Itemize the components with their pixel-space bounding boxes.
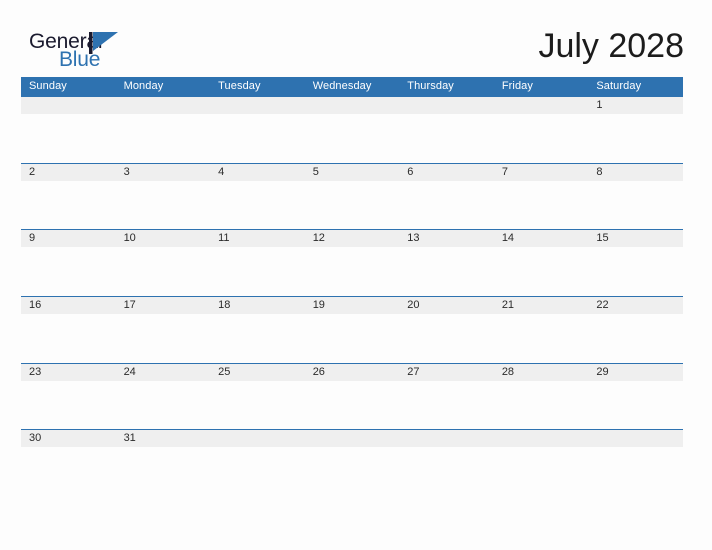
- day-cell[interactable]: [494, 430, 589, 447]
- week-date-band: 2 3 4 5 6 7 8: [21, 163, 683, 181]
- weekday-header-saturday: Saturday: [596, 80, 642, 92]
- page-header: General Blue July 2028: [0, 0, 712, 76]
- day-cell[interactable]: 30: [21, 430, 116, 447]
- day-cell[interactable]: 27: [399, 364, 494, 381]
- day-cell[interactable]: [399, 97, 494, 114]
- day-cell[interactable]: 12: [305, 230, 400, 247]
- day-cell[interactable]: 6: [399, 164, 494, 181]
- day-cell[interactable]: 8: [588, 164, 683, 181]
- brand-logo[interactable]: General Blue: [29, 31, 149, 71]
- week-row: 30 31: [21, 429, 683, 497]
- day-cell[interactable]: 1: [588, 97, 683, 114]
- weekday-header-wednesday: Wednesday: [312, 80, 372, 92]
- day-cell[interactable]: [305, 97, 400, 114]
- day-cell[interactable]: [588, 430, 683, 447]
- week-row: 9 10 11 12 13 14 15: [21, 229, 683, 297]
- day-cell[interactable]: 19: [305, 297, 400, 314]
- day-cell[interactable]: 13: [399, 230, 494, 247]
- week-date-band: 16 17 18 19 20 21 22: [21, 297, 683, 315]
- week-event-area[interactable]: [21, 114, 683, 163]
- weekday-header-sunday: Sunday: [29, 80, 67, 92]
- day-cell[interactable]: 24: [116, 364, 211, 381]
- weekday-header-row: Sunday Monday Tuesday Wednesday Thursday…: [21, 77, 683, 96]
- day-cell[interactable]: 25: [210, 364, 305, 381]
- day-cell[interactable]: 31: [116, 430, 211, 447]
- weekday-header-monday: Monday: [123, 80, 164, 92]
- day-cell[interactable]: 15: [588, 230, 683, 247]
- week-event-area[interactable]: [21, 247, 683, 297]
- page-title: July 2028: [538, 27, 684, 65]
- weekday-header-friday: Friday: [501, 80, 533, 92]
- logo-text-blue: Blue: [59, 48, 101, 71]
- week-event-area[interactable]: [21, 180, 683, 230]
- day-cell[interactable]: [494, 97, 589, 114]
- week-row: 2 3 4 5 6 7 8: [21, 162, 683, 230]
- day-cell[interactable]: [210, 97, 305, 114]
- day-cell[interactable]: 11: [210, 230, 305, 247]
- day-cell[interactable]: 17: [116, 297, 211, 314]
- day-cell[interactable]: [210, 430, 305, 447]
- week-date-band: 23 24 25 26 27 28 29: [21, 363, 683, 381]
- day-cell[interactable]: [399, 430, 494, 447]
- day-cell[interactable]: 18: [210, 297, 305, 314]
- calendar-grid: Sunday Monday Tuesday Wednesday Thursday…: [21, 77, 683, 497]
- day-cell[interactable]: 21: [494, 297, 589, 314]
- week-row: 1: [21, 96, 683, 163]
- weekday-header-thursday: Thursday: [407, 80, 454, 92]
- week-date-band: 9 10 11 12 13 14 15: [21, 230, 683, 248]
- week-event-area[interactable]: [21, 380, 683, 430]
- day-cell[interactable]: 7: [494, 164, 589, 181]
- day-cell[interactable]: 4: [210, 164, 305, 181]
- day-cell[interactable]: 14: [494, 230, 589, 247]
- day-cell[interactable]: 28: [494, 364, 589, 381]
- day-cell[interactable]: [116, 97, 211, 114]
- week-event-area[interactable]: [21, 314, 683, 364]
- day-cell[interactable]: 20: [399, 297, 494, 314]
- weekday-header-tuesday: Tuesday: [218, 80, 261, 92]
- day-cell[interactable]: 2: [21, 164, 116, 181]
- day-cell[interactable]: 10: [116, 230, 211, 247]
- day-cell[interactable]: 26: [305, 364, 400, 381]
- day-cell[interactable]: 9: [21, 230, 116, 247]
- week-date-band: 1: [21, 97, 683, 114]
- day-cell[interactable]: 29: [588, 364, 683, 381]
- day-cell[interactable]: 5: [305, 164, 400, 181]
- day-cell[interactable]: 3: [116, 164, 211, 181]
- day-cell[interactable]: [21, 97, 116, 114]
- day-cell[interactable]: [305, 430, 400, 447]
- day-cell[interactable]: 16: [21, 297, 116, 314]
- week-event-area[interactable]: [21, 447, 683, 497]
- day-cell[interactable]: 22: [588, 297, 683, 314]
- week-row: 23 24 25 26 27 28 29: [21, 362, 683, 430]
- week-row: 16 17 18 19 20 21 22: [21, 296, 683, 364]
- day-cell[interactable]: 23: [21, 364, 116, 381]
- week-date-band: 30 31: [21, 430, 683, 448]
